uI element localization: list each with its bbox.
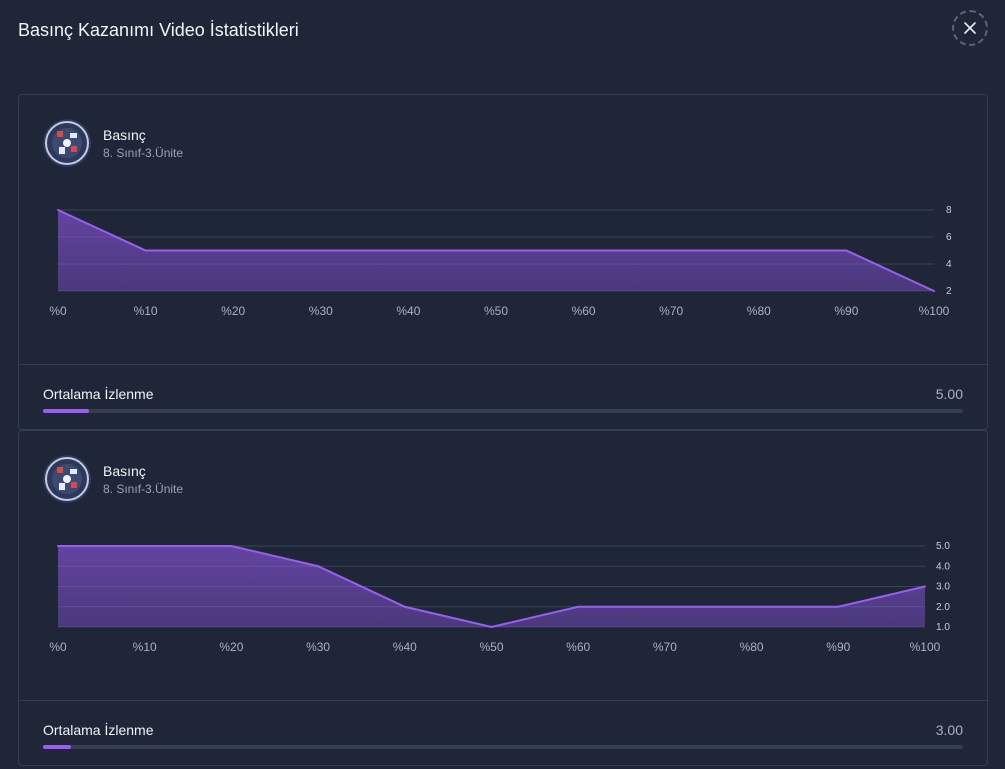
average-watch-progress-fill xyxy=(43,409,89,413)
x-tick-label: %30 xyxy=(306,640,330,654)
y-tick-label: 6 xyxy=(946,232,952,243)
x-tick-label: %0 xyxy=(49,304,67,318)
data-point xyxy=(845,249,848,252)
close-button[interactable] xyxy=(952,10,988,46)
x-tick-label: %50 xyxy=(479,640,503,654)
average-watch-progress-fill xyxy=(43,745,71,749)
modal-title: Basınç Kazanımı Video İstatistikleri xyxy=(18,20,299,40)
data-point xyxy=(230,545,233,547)
x-tick-label: %90 xyxy=(834,304,858,318)
y-tick-label: 8 xyxy=(946,205,952,216)
average-watch-label: Ortalama İzlenme xyxy=(43,386,154,402)
x-tick-label: %10 xyxy=(134,304,158,318)
y-tick-label: 3.0 xyxy=(936,582,950,593)
data-point xyxy=(757,249,760,252)
x-tick-label: %70 xyxy=(653,640,677,654)
data-point xyxy=(57,545,59,547)
y-tick-label: 2 xyxy=(946,286,952,297)
x-tick-label: %80 xyxy=(747,304,771,318)
data-point xyxy=(933,290,935,292)
video-stats-card: Basınç 8. Sınıf-3.Ünite 1.0 2.0 3.0 4.0 5.0%… xyxy=(18,430,988,766)
x-tick-label: %90 xyxy=(826,640,850,654)
x-tick-label: %10 xyxy=(133,640,157,654)
data-point xyxy=(144,249,147,252)
watch-chart: 1.0 2.0 3.0 4.0 5.0 %0 %10 %20 %30 %40 %50 %60 %70 %8… xyxy=(49,541,950,654)
x-tick-label: %40 xyxy=(396,304,420,318)
data-point xyxy=(57,209,59,211)
data-point xyxy=(837,605,840,608)
data-point xyxy=(670,249,673,252)
x-tick-label: %60 xyxy=(566,640,590,654)
data-point xyxy=(495,249,497,252)
y-tick-label: 1.0 xyxy=(936,622,950,633)
y-tick-label: 5.0 xyxy=(936,541,950,552)
x-tick-label: %30 xyxy=(309,304,333,318)
divider xyxy=(19,364,987,365)
x-tick-label: %80 xyxy=(740,640,764,654)
x-tick-label: %0 xyxy=(49,640,67,654)
average-watch-value: 5.00 xyxy=(935,386,963,402)
x-tick-label: %100 xyxy=(910,640,941,654)
data-point xyxy=(924,585,926,588)
x-tick-label: %100 xyxy=(919,304,950,318)
data-point xyxy=(407,249,410,252)
x-tick-label: %50 xyxy=(484,304,508,318)
y-tick-label: 4.0 xyxy=(936,561,950,572)
data-point xyxy=(319,249,322,252)
x-tick-label: %70 xyxy=(659,304,683,318)
average-watch-progress xyxy=(43,745,963,749)
average-watch-label: Ortalama İzlenme xyxy=(43,722,154,738)
data-point xyxy=(577,605,580,608)
y-tick-label: 2.0 xyxy=(936,602,950,613)
data-point xyxy=(663,605,666,608)
divider xyxy=(19,700,987,701)
x-tick-label: %20 xyxy=(221,304,245,318)
data-point xyxy=(490,626,493,628)
video-stats-card: Basınç 8. Sınıf-3.Ünite 2 4 6 8 %0 %10 %20 %30%… xyxy=(18,94,988,430)
y-tick-label: 4 xyxy=(946,259,952,270)
x-tick-label: %20 xyxy=(219,640,243,654)
watch-chart: 2 4 6 8 %0 %10 %20 %30 %40 %50 %60 %70 %80 %90 %100 xyxy=(49,205,952,318)
data-point xyxy=(317,565,320,568)
data-point xyxy=(143,545,146,547)
x-tick-label: %60 xyxy=(572,304,596,318)
data-point xyxy=(232,249,235,252)
data-point xyxy=(582,249,585,252)
data-point xyxy=(750,605,753,608)
average-watch-progress xyxy=(43,409,963,413)
data-point xyxy=(403,605,406,608)
close-icon xyxy=(964,22,976,34)
x-tick-label: %40 xyxy=(393,640,417,654)
average-watch-value: 3.00 xyxy=(935,722,963,738)
